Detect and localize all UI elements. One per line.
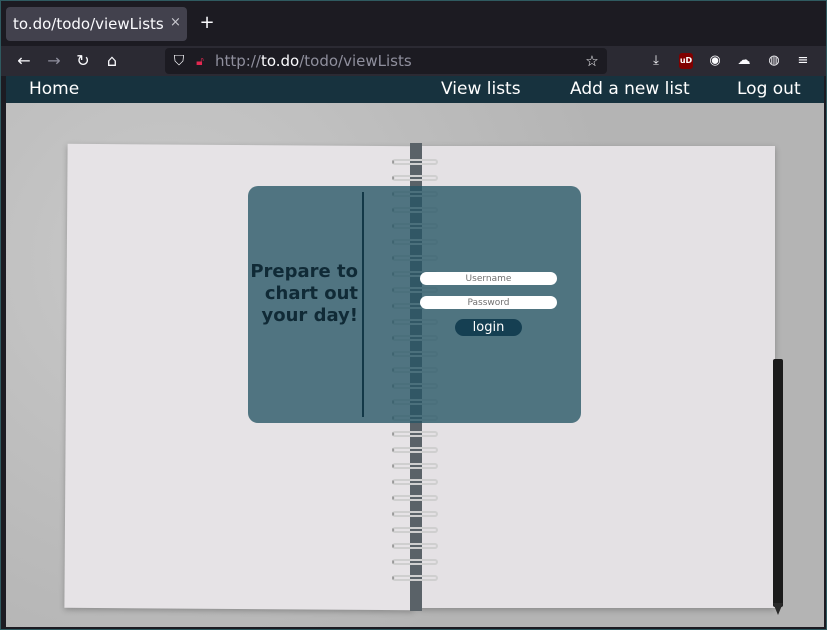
tab-title: to.do/todo/viewLists <box>13 15 164 33</box>
shield-icon[interactable]: ⛉ <box>171 51 187 71</box>
browser-toolbar: ← → ↻ ⌂ ⛉ 🔓︎ http://to.do/todo/viewLists… <box>1 46 826 76</box>
nav-add-list-link[interactable]: Add a new list <box>570 79 690 99</box>
bookmark-star-icon[interactable]: ☆ <box>583 51 601 71</box>
username-input[interactable] <box>420 272 557 285</box>
login-card: Prepare to chart out your day! login <box>248 186 581 423</box>
ublock-icon[interactable]: uD <box>679 53 693 69</box>
extension-cloud-icon[interactable]: ☁ <box>734 51 754 71</box>
password-input[interactable] <box>420 296 557 309</box>
address-bar[interactable]: ⛉ 🔓︎ http://to.do/todo/viewLists ☆ <box>165 48 607 74</box>
extension-disc-icon[interactable]: ◍ <box>764 51 784 71</box>
spiral-coil <box>392 463 438 469</box>
download-icon[interactable]: ⤓ <box>646 51 666 71</box>
new-tab-button[interactable]: + <box>197 11 217 35</box>
spiral-coil <box>392 495 438 501</box>
tagline: Prepare to chart out your day! <box>250 261 358 326</box>
page-content: Prepare to chart out your day! login <box>6 103 824 627</box>
spiral-coil <box>392 479 438 485</box>
back-arrow-icon[interactable]: ← <box>13 50 35 72</box>
spiral-coil <box>392 575 438 581</box>
extension-mask-icon[interactable]: ◉ <box>705 51 725 71</box>
nav-home-link[interactable]: Home <box>29 79 79 99</box>
spiral-coil <box>392 511 438 517</box>
url-host: to.do <box>260 52 300 70</box>
home-icon[interactable]: ⌂ <box>101 50 123 72</box>
tab-strip: to.do/todo/viewLists × + <box>1 1 826 46</box>
url-text[interactable]: http://to.do/todo/viewLists <box>215 52 412 70</box>
site-nav-bar: Home View lists Add a new list Log out <box>6 76 824 103</box>
spiral-coil <box>392 175 438 181</box>
spiral-coil <box>392 447 438 453</box>
spiral-coil <box>392 559 438 565</box>
spiral-coil <box>392 543 438 549</box>
spiral-coil <box>392 431 438 437</box>
pencil <box>773 359 783 607</box>
spiral-coil <box>392 159 438 165</box>
browser-window: to.do/todo/viewLists × + ← → ↻ ⌂ ⛉ 🔓︎ ht… <box>0 0 827 630</box>
pencil-tip <box>773 603 783 615</box>
url-path: /todo/viewLists <box>299 52 412 70</box>
url-prefix: http:// <box>215 52 261 70</box>
spiral-coil <box>392 527 438 533</box>
nav-view-lists-link[interactable]: View lists <box>441 79 521 99</box>
close-tab-icon[interactable]: × <box>170 15 181 30</box>
browser-tab[interactable]: to.do/todo/viewLists × <box>6 7 187 41</box>
reload-icon[interactable]: ↻ <box>72 50 94 72</box>
insecure-lock-icon[interactable]: 🔓︎ <box>193 51 207 71</box>
menu-icon[interactable]: ≡ <box>793 51 813 71</box>
login-button[interactable]: login <box>455 319 522 336</box>
nav-logout-link[interactable]: Log out <box>737 79 801 99</box>
card-divider <box>362 192 364 417</box>
forward-arrow-icon[interactable]: → <box>43 50 65 72</box>
